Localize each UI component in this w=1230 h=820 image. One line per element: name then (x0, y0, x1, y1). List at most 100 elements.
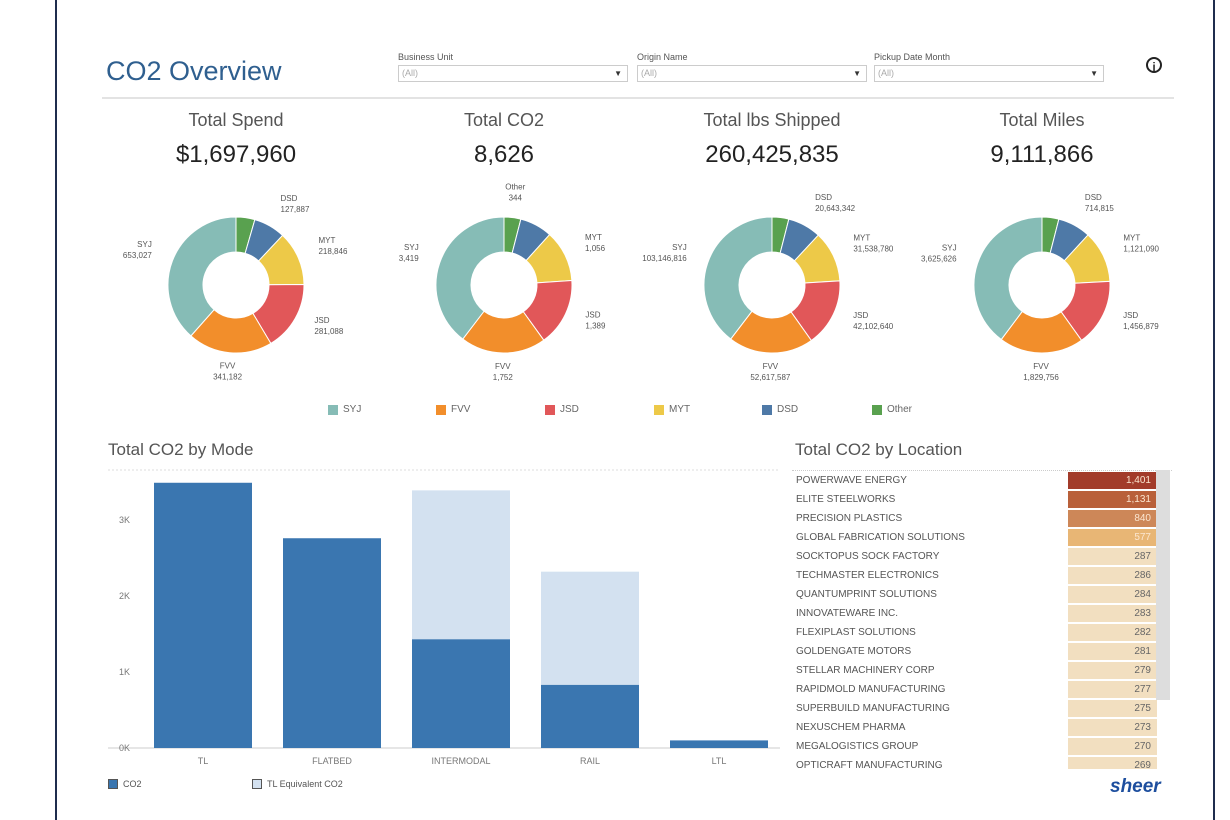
legend-tl-equivalent: TL Equivalent CO2 (252, 779, 343, 789)
slice-value: 103,146,816 (642, 254, 687, 263)
slice-label: JSD (1123, 311, 1138, 320)
legend-swatch (872, 404, 882, 415)
table-row[interactable]: MEGALOGISTICS GROUP 270 (792, 737, 1172, 756)
legend-label: Other (887, 404, 913, 415)
location-value: 282 (1068, 623, 1157, 641)
table-row[interactable]: SUPERBUILD MANUFACTURING 275 (792, 699, 1172, 718)
legend-label: SYJ (343, 404, 362, 415)
location-value: 277 (1068, 680, 1157, 698)
bar-co2-rail[interactable] (541, 684, 639, 748)
location-value: 283 (1068, 604, 1157, 622)
table-row[interactable]: ELITE STEELWORKS 1,131 (792, 490, 1172, 509)
location-name: NEXUSCHEM PHARMA (796, 721, 906, 733)
slice-label: Other (505, 183, 525, 192)
slice-value: 20,643,342 (815, 204, 856, 213)
bar-co2-flatbed[interactable] (283, 538, 381, 748)
slice-label: JSD (853, 311, 868, 320)
slice-value: 281,088 (314, 327, 343, 336)
bar-co2-tl[interactable] (154, 482, 252, 748)
slice-label: MYT (1123, 234, 1140, 243)
x-tick-label: RAIL (580, 756, 600, 766)
legend-label: CO2 (123, 779, 142, 789)
location-value: 269 (1068, 756, 1157, 769)
legend-item-myt[interactable]: MYT (654, 404, 690, 415)
location-name: PRECISION PLASTICS (796, 512, 903, 524)
legend-swatch (762, 404, 772, 415)
location-value: 284 (1068, 585, 1157, 603)
slice-value: 714,815 (1085, 204, 1114, 213)
table-row[interactable]: PRECISION PLASTICS 840 (792, 509, 1172, 528)
bar-co2-ltl[interactable] (670, 740, 768, 748)
table-row[interactable]: QUANTUMPRINT SOLUTIONS 284 (792, 585, 1172, 604)
slice-label: MYT (853, 234, 870, 243)
location-table[interactable]: POWERWAVE ENERGY 1,401 ELITE STEELWORKS 1,1… (792, 470, 1172, 769)
slice-label: FVV (1033, 362, 1049, 371)
slice-value: 31,538,780 (853, 245, 894, 254)
slice-value: 52,617,587 (750, 373, 791, 382)
table-row[interactable]: INNOVATEWARE INC. 283 (792, 604, 1172, 623)
legend-swatch (108, 779, 118, 789)
slice-value: 42,102,640 (853, 322, 894, 331)
legend-item-dsd[interactable]: DSD (762, 404, 798, 415)
location-name: RAPIDMOLD MANUFACTURING (796, 683, 946, 695)
legend-item-other[interactable]: Other (872, 404, 912, 415)
legend-co2: CO2 (108, 779, 142, 789)
slice-value: 1,752 (493, 373, 514, 382)
slice-label: DSD (281, 194, 298, 203)
location-name: MEGALOGISTICS GROUP (796, 740, 919, 752)
x-tick-label: LTL (712, 756, 727, 766)
table-row[interactable]: GLOBAL FABRICATION SOLUTIONS 577 (792, 528, 1172, 547)
legend-label: TL Equivalent CO2 (267, 779, 343, 789)
location-name: FLEXIPLAST SOLUTIONS (796, 626, 916, 638)
table-row[interactable]: STELLAR MACHINERY CORP 279 (792, 661, 1172, 680)
slice-label: SYJ (404, 243, 419, 252)
location-name: OPTICRAFT MANUFACTURING (796, 759, 943, 770)
slice-label: SYJ (942, 244, 957, 253)
slice-value: 1,456,879 (1123, 322, 1159, 331)
slice-value: 127,887 (281, 205, 310, 214)
slice-value: 1,121,090 (1123, 245, 1159, 254)
slice-label: MYT (318, 236, 335, 245)
bar-co2-intermodal[interactable] (412, 639, 510, 748)
slice-label: SYJ (137, 240, 152, 249)
slice-label: MYT (585, 233, 602, 242)
slice-label: DSD (815, 193, 832, 202)
location-name: GLOBAL FABRICATION SOLUTIONS (796, 531, 965, 543)
location-value: 840 (1068, 509, 1157, 527)
table-row[interactable]: SOCKTOPUS SOCK FACTORY 287 (792, 547, 1172, 566)
location-value: 270 (1068, 737, 1157, 755)
slice-label: DSD (1085, 193, 1102, 202)
location-name: SUPERBUILD MANUFACTURING (796, 702, 950, 714)
location-name: TECHMASTER ELECTRONICS (796, 569, 939, 581)
location-value: 577 (1068, 528, 1157, 546)
location-value: 286 (1068, 566, 1157, 584)
legend-item-fvv[interactable]: FVV (436, 404, 470, 415)
scrollbar[interactable] (1156, 470, 1170, 700)
legend-swatch (436, 404, 446, 415)
table-row[interactable]: OPTICRAFT MANUFACTURING 269 (792, 756, 1172, 769)
legend-label: FVV (451, 404, 471, 415)
table-row[interactable]: RAPIDMOLD MANUFACTURING 277 (792, 680, 1172, 699)
slice-value: 653,027 (123, 251, 152, 260)
table-row[interactable]: NEXUSCHEM PHARMA 273 (792, 718, 1172, 737)
table-row[interactable]: TECHMASTER ELECTRONICS 286 (792, 566, 1172, 585)
table-row[interactable]: GOLDENGATE MOTORS 281 (792, 642, 1172, 661)
table-row[interactable]: FLEXIPLAST SOLUTIONS 282 (792, 623, 1172, 642)
legend-label: MYT (669, 404, 691, 415)
location-value: 1,401 (1068, 471, 1157, 489)
bar-chart-title: Total CO2 by Mode (108, 440, 254, 459)
location-name: INNOVATEWARE INC. (796, 607, 899, 619)
legend-swatch (545, 404, 555, 415)
x-tick-label: INTERMODAL (431, 756, 490, 766)
legend-item-jsd[interactable]: JSD (545, 404, 579, 415)
legend-item-syj[interactable]: SYJ (328, 404, 361, 415)
location-value: 279 (1068, 661, 1157, 679)
legend-label: JSD (560, 404, 579, 415)
location-value: 275 (1068, 699, 1157, 717)
location-name: POWERWAVE ENERGY (796, 474, 907, 486)
legend-label: DSD (777, 404, 799, 415)
legend-swatch (654, 404, 664, 415)
slice-value: 1,389 (585, 321, 606, 330)
donut-charts: DSD 127,887 MYT 218,846 JSD 281,088 FVV 341,182… (123, 183, 1160, 382)
table-row[interactable]: POWERWAVE ENERGY 1,401 (792, 471, 1172, 490)
